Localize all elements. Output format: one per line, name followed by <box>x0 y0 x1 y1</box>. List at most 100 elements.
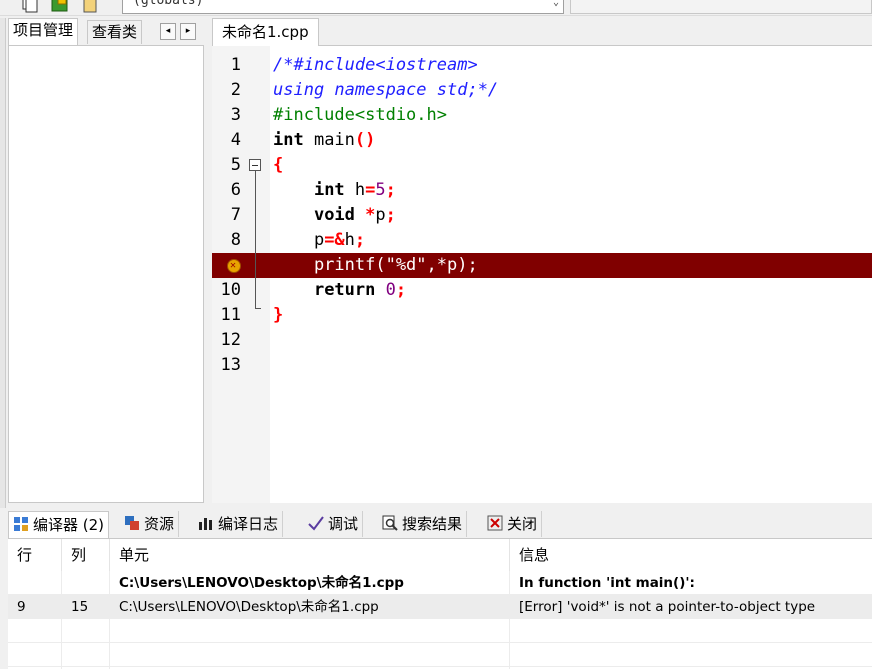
message-cell-info: [Error] 'void*' is not a pointer-to-obje… <box>519 599 816 615</box>
tab-search-results[interactable]: 搜索结果 <box>378 511 468 537</box>
line-number: 10 <box>220 280 241 300</box>
code-line[interactable]: printf("%d",*p); <box>212 253 872 278</box>
left-dock-edge <box>0 18 6 508</box>
message-cell-unit: C:\Users\LENOVO\Desktop\未命名1.cpp <box>119 599 379 615</box>
line-number: 4 <box>230 130 241 150</box>
code-token: = <box>365 180 376 200</box>
line-number: 6 <box>230 180 241 200</box>
code-line[interactable]: 3 #include<stdio.h> <box>212 103 872 128</box>
grid-icon <box>13 514 29 531</box>
tab-close-label: 关闭 <box>507 515 538 533</box>
code-text: int main() <box>273 128 375 153</box>
message-cell-info: In function 'int main()': <box>519 575 695 591</box>
code-text: { <box>273 153 283 178</box>
file-tab[interactable]: 未命名1.cpp <box>212 18 319 46</box>
code-text: p=&h; <box>273 228 365 253</box>
code-token: printf("%d",*p); <box>273 255 478 275</box>
copy-icon[interactable] <box>20 0 40 14</box>
fold-end-marker <box>255 308 261 309</box>
close-icon <box>487 513 503 531</box>
tab-compiler-label: 编译器 (2) <box>33 516 105 534</box>
compiler-messages-panel: 行 列 单元 信息 C:\Users\LENOVO\Desktop\未命名1.c… <box>8 538 872 669</box>
code-text: return 0; <box>273 278 406 303</box>
tab-resources[interactable]: 资源 <box>120 511 180 537</box>
code-token: h <box>344 230 355 250</box>
project-tree-panel[interactable] <box>8 45 204 503</box>
fold-guide <box>255 171 256 308</box>
tab-search-results-label: 搜索结果 <box>402 515 463 533</box>
code-token: using namespace std;*/ <box>273 80 499 100</box>
tab-project[interactable]: 项目管理 <box>8 18 79 45</box>
tab-classes[interactable]: 查看类 <box>87 20 143 44</box>
code-token: main <box>303 130 355 150</box>
code-text: using namespace std;*/ <box>273 78 498 103</box>
tab-debug-label: 调试 <box>328 515 359 533</box>
code-line[interactable]: 8 p=&h; <box>212 228 872 253</box>
line-number: 12 <box>220 330 241 350</box>
code-token: p <box>375 205 386 225</box>
message-row[interactable]: C:\Users\LENOVO\Desktop\未命名1.cpp In funct… <box>8 571 872 595</box>
column-header-line[interactable]: 行 <box>8 539 62 571</box>
code-line[interactable]: 6 int h=5; <box>212 178 872 203</box>
line-number: 3 <box>230 105 241 125</box>
code-editor[interactable]: 1 /*#include<iostream> 2 using namespace st… <box>212 45 872 503</box>
code-token: #include<stdio.h> <box>273 105 447 125</box>
tab-scroll-right-button[interactable]: ▸ <box>180 23 196 40</box>
column-header-col[interactable]: 列 <box>62 539 110 571</box>
code-token: ; <box>385 180 396 200</box>
code-line[interactable]: 12 <box>212 328 872 353</box>
compile-run-icon[interactable] <box>50 0 70 14</box>
line-number: 13 <box>220 355 241 375</box>
tab-compiler[interactable]: 编译器 (2) <box>8 511 110 539</box>
empty-row <box>8 619 872 643</box>
code-line[interactable]: 4 int main() <box>212 128 872 153</box>
tab-compile-log-label: 编译日志 <box>218 515 279 533</box>
code-token: p <box>273 230 325 250</box>
code-token: 0 <box>385 280 396 300</box>
tab-compile-log[interactable]: 编译日志 <box>194 511 284 537</box>
code-token: * <box>365 205 376 225</box>
code-token: ; <box>354 230 366 250</box>
search-icon <box>382 513 398 531</box>
code-token: =& <box>324 230 345 250</box>
code-token: void <box>313 205 355 225</box>
message-cell-unit: C:\Users\LENOVO\Desktop\未命名1.cpp <box>119 575 404 591</box>
code-line[interactable]: 5{ <box>212 153 872 178</box>
code-line[interactable]: 13 <box>212 353 872 378</box>
code-line[interactable]: 11} <box>212 303 872 328</box>
clipboard-icon[interactable] <box>80 0 100 14</box>
code-line[interactable]: 1 /*#include<iostream> <box>212 53 872 78</box>
empty-row <box>8 643 872 667</box>
code-text: /*#include<iostream> <box>273 53 478 78</box>
code-token: () <box>354 130 376 150</box>
code-token: { <box>273 155 284 175</box>
code-token: } <box>273 305 284 325</box>
message-row[interactable]: 9 15 C:\Users\LENOVO\Desktop\未命名1.cpp [Erro… <box>8 595 872 619</box>
code-token: ; <box>395 280 407 300</box>
function-select[interactable] <box>570 0 872 14</box>
code-text: void *p; <box>273 203 396 228</box>
tab-scroll-left-button[interactable]: ◂ <box>160 23 176 40</box>
tab-debug[interactable]: 调试 <box>304 511 364 537</box>
chevron-down-icon: ⌄ <box>552 0 559 8</box>
code-text: int h=5; <box>273 178 396 203</box>
scope-select[interactable]: (globals) ⌄ <box>122 0 564 14</box>
tab-close[interactable]: 关闭 <box>483 511 543 537</box>
column-header-info[interactable]: 信息 <box>510 539 872 571</box>
fold-toggle-icon[interactable] <box>249 159 261 171</box>
code-line[interactable]: 10 return 0; <box>212 278 872 303</box>
column-header-unit[interactable]: 单元 <box>110 539 510 571</box>
code-token: int <box>313 180 345 200</box>
toolbar: (globals) ⌄ <box>0 0 872 16</box>
code-line[interactable]: 7 void *p; <box>212 203 872 228</box>
bar-chart-icon <box>198 513 214 530</box>
error-marker-icon[interactable] <box>227 259 241 273</box>
code-token: /*#include<iostream> <box>273 55 478 75</box>
line-number: 7 <box>230 205 241 225</box>
code-line[interactable]: 2 using namespace std;*/ <box>212 78 872 103</box>
